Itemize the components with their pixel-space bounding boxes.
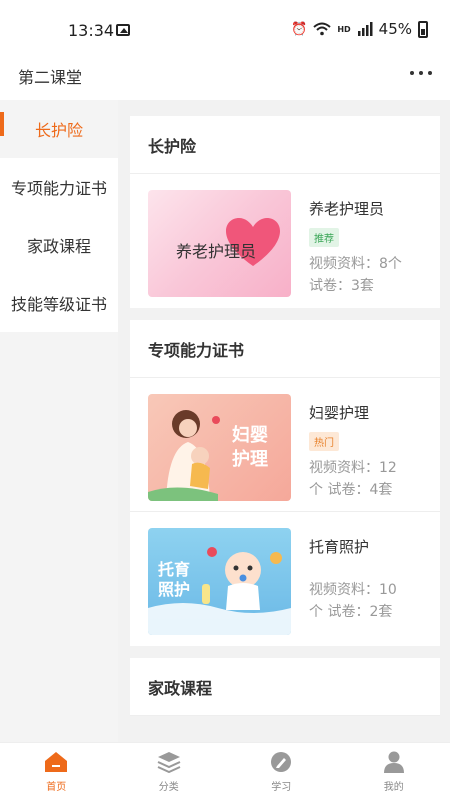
battery-percent: 45% <box>378 20 412 38</box>
thumbnail-text: 护理 <box>232 449 268 470</box>
course-thumbnail: 妇婴 护理 <box>148 394 291 501</box>
tab-label: 首页 <box>46 781 67 793</box>
hot-badge: 热门 <box>309 432 339 451</box>
app-header: 第二课堂 <box>0 62 450 100</box>
status-icons: ⏰ HD 45% <box>291 20 428 38</box>
bottom-tab-bar: 首页 分类 学习 我的 <box>0 742 450 800</box>
more-dots-icon[interactable] <box>410 66 432 80</box>
paper-count: 个 试卷：4套 <box>309 482 393 498</box>
video-count: 视频资料：10 <box>309 582 397 598</box>
tab-label: 我的 <box>383 781 404 793</box>
page-title: 第二课堂 <box>18 68 83 87</box>
tab-label: 分类 <box>158 781 179 793</box>
tab-home[interactable]: 首页 <box>0 743 113 800</box>
thumbnail-text: 妇婴 <box>232 425 268 446</box>
course-thumbnail: 托育 照护 <box>148 528 291 635</box>
mother-baby-illustration <box>148 410 220 501</box>
category-sidebar: 长护险 专项能力证书 家政课程 技能等级证书 <box>0 100 118 742</box>
battery-icon <box>418 20 428 38</box>
course-thumbnail: 养老护理员 <box>148 190 291 297</box>
thumbnail-text: 照护 <box>158 580 191 599</box>
sidebar-item-housekeeping[interactable]: 家政课程 <box>0 216 118 274</box>
paper-count: 试卷：3套 <box>309 278 374 294</box>
status-time: 13:34 <box>68 21 115 40</box>
sidebar-item-label: 技能等级证书 <box>10 295 107 314</box>
thumbnail-text: 托育 <box>158 560 191 579</box>
content-area: 长护险 专项能力证书 家政课程 技能等级证书 长护险 养老护理员 养老护理员 推… <box>0 100 450 742</box>
paper-count: 个 试卷：2套 <box>309 604 393 620</box>
section-title: 家政课程 <box>130 658 440 716</box>
section-card: 家政课程 <box>130 658 440 716</box>
layers-icon <box>157 751 181 773</box>
sidebar-item-label: 专项能力证书 <box>10 179 107 198</box>
section-title: 专项能力证书 <box>130 320 440 378</box>
video-count: 视频资料：8个 <box>309 256 402 272</box>
image-icon <box>116 24 130 36</box>
4g-signal-icon <box>357 22 373 36</box>
tab-mine[interactable]: 我的 <box>338 743 450 800</box>
wifi-icon <box>313 22 331 36</box>
sidebar-item-skill-level-cert[interactable]: 技能等级证书 <box>0 274 118 332</box>
pen-circle-icon <box>271 751 292 772</box>
recommend-badge: 推荐 <box>309 228 339 247</box>
video-count: 视频资料：12 <box>309 460 397 476</box>
sidebar-item-special-skill-cert[interactable]: 专项能力证书 <box>0 158 118 216</box>
tab-label: 学习 <box>271 781 292 793</box>
home-icon <box>45 751 68 772</box>
user-icon <box>383 751 404 773</box>
course-name: 托育照护 <box>309 538 370 556</box>
sidebar-item-label: 家政课程 <box>26 237 91 256</box>
section-title: 长护险 <box>130 116 440 174</box>
course-item[interactable]: 妇婴 护理 妇婴护理 热门 视频资料：12 个 试卷：4套 <box>130 378 440 512</box>
sidebar-item-long-term-care[interactable]: 长护险 <box>0 100 118 158</box>
hd-icon: HD <box>337 24 351 34</box>
tab-study[interactable]: 学习 <box>225 743 338 800</box>
tab-category[interactable]: 分类 <box>113 743 226 800</box>
course-name: 妇婴护理 <box>309 404 370 422</box>
course-item[interactable]: 养老护理员 养老护理员 推荐 视频资料：8个 试卷：3套 <box>130 174 440 308</box>
section-card: 专项能力证书 妇婴 护理 妇婴护理 热门 视频资料：12 个 试卷：4套 托育 … <box>130 320 440 646</box>
course-item[interactable]: 托育 照护 托育照护 视频资料：10 个 试卷：2套 <box>130 512 440 646</box>
status-bar: 13:34 ⏰ HD 45% <box>0 0 450 62</box>
course-list: 长护险 养老护理员 养老护理员 推荐 视频资料：8个 试卷：3套 专项能力证书 … <box>130 116 440 728</box>
course-name: 养老护理员 <box>309 200 385 218</box>
alarm-icon: ⏰ <box>291 21 308 37</box>
section-card: 长护险 养老护理员 养老护理员 推荐 视频资料：8个 试卷：3套 <box>130 116 440 308</box>
sidebar-item-label: 长护险 <box>34 121 83 140</box>
thumbnail-text: 养老护理员 <box>176 242 257 261</box>
